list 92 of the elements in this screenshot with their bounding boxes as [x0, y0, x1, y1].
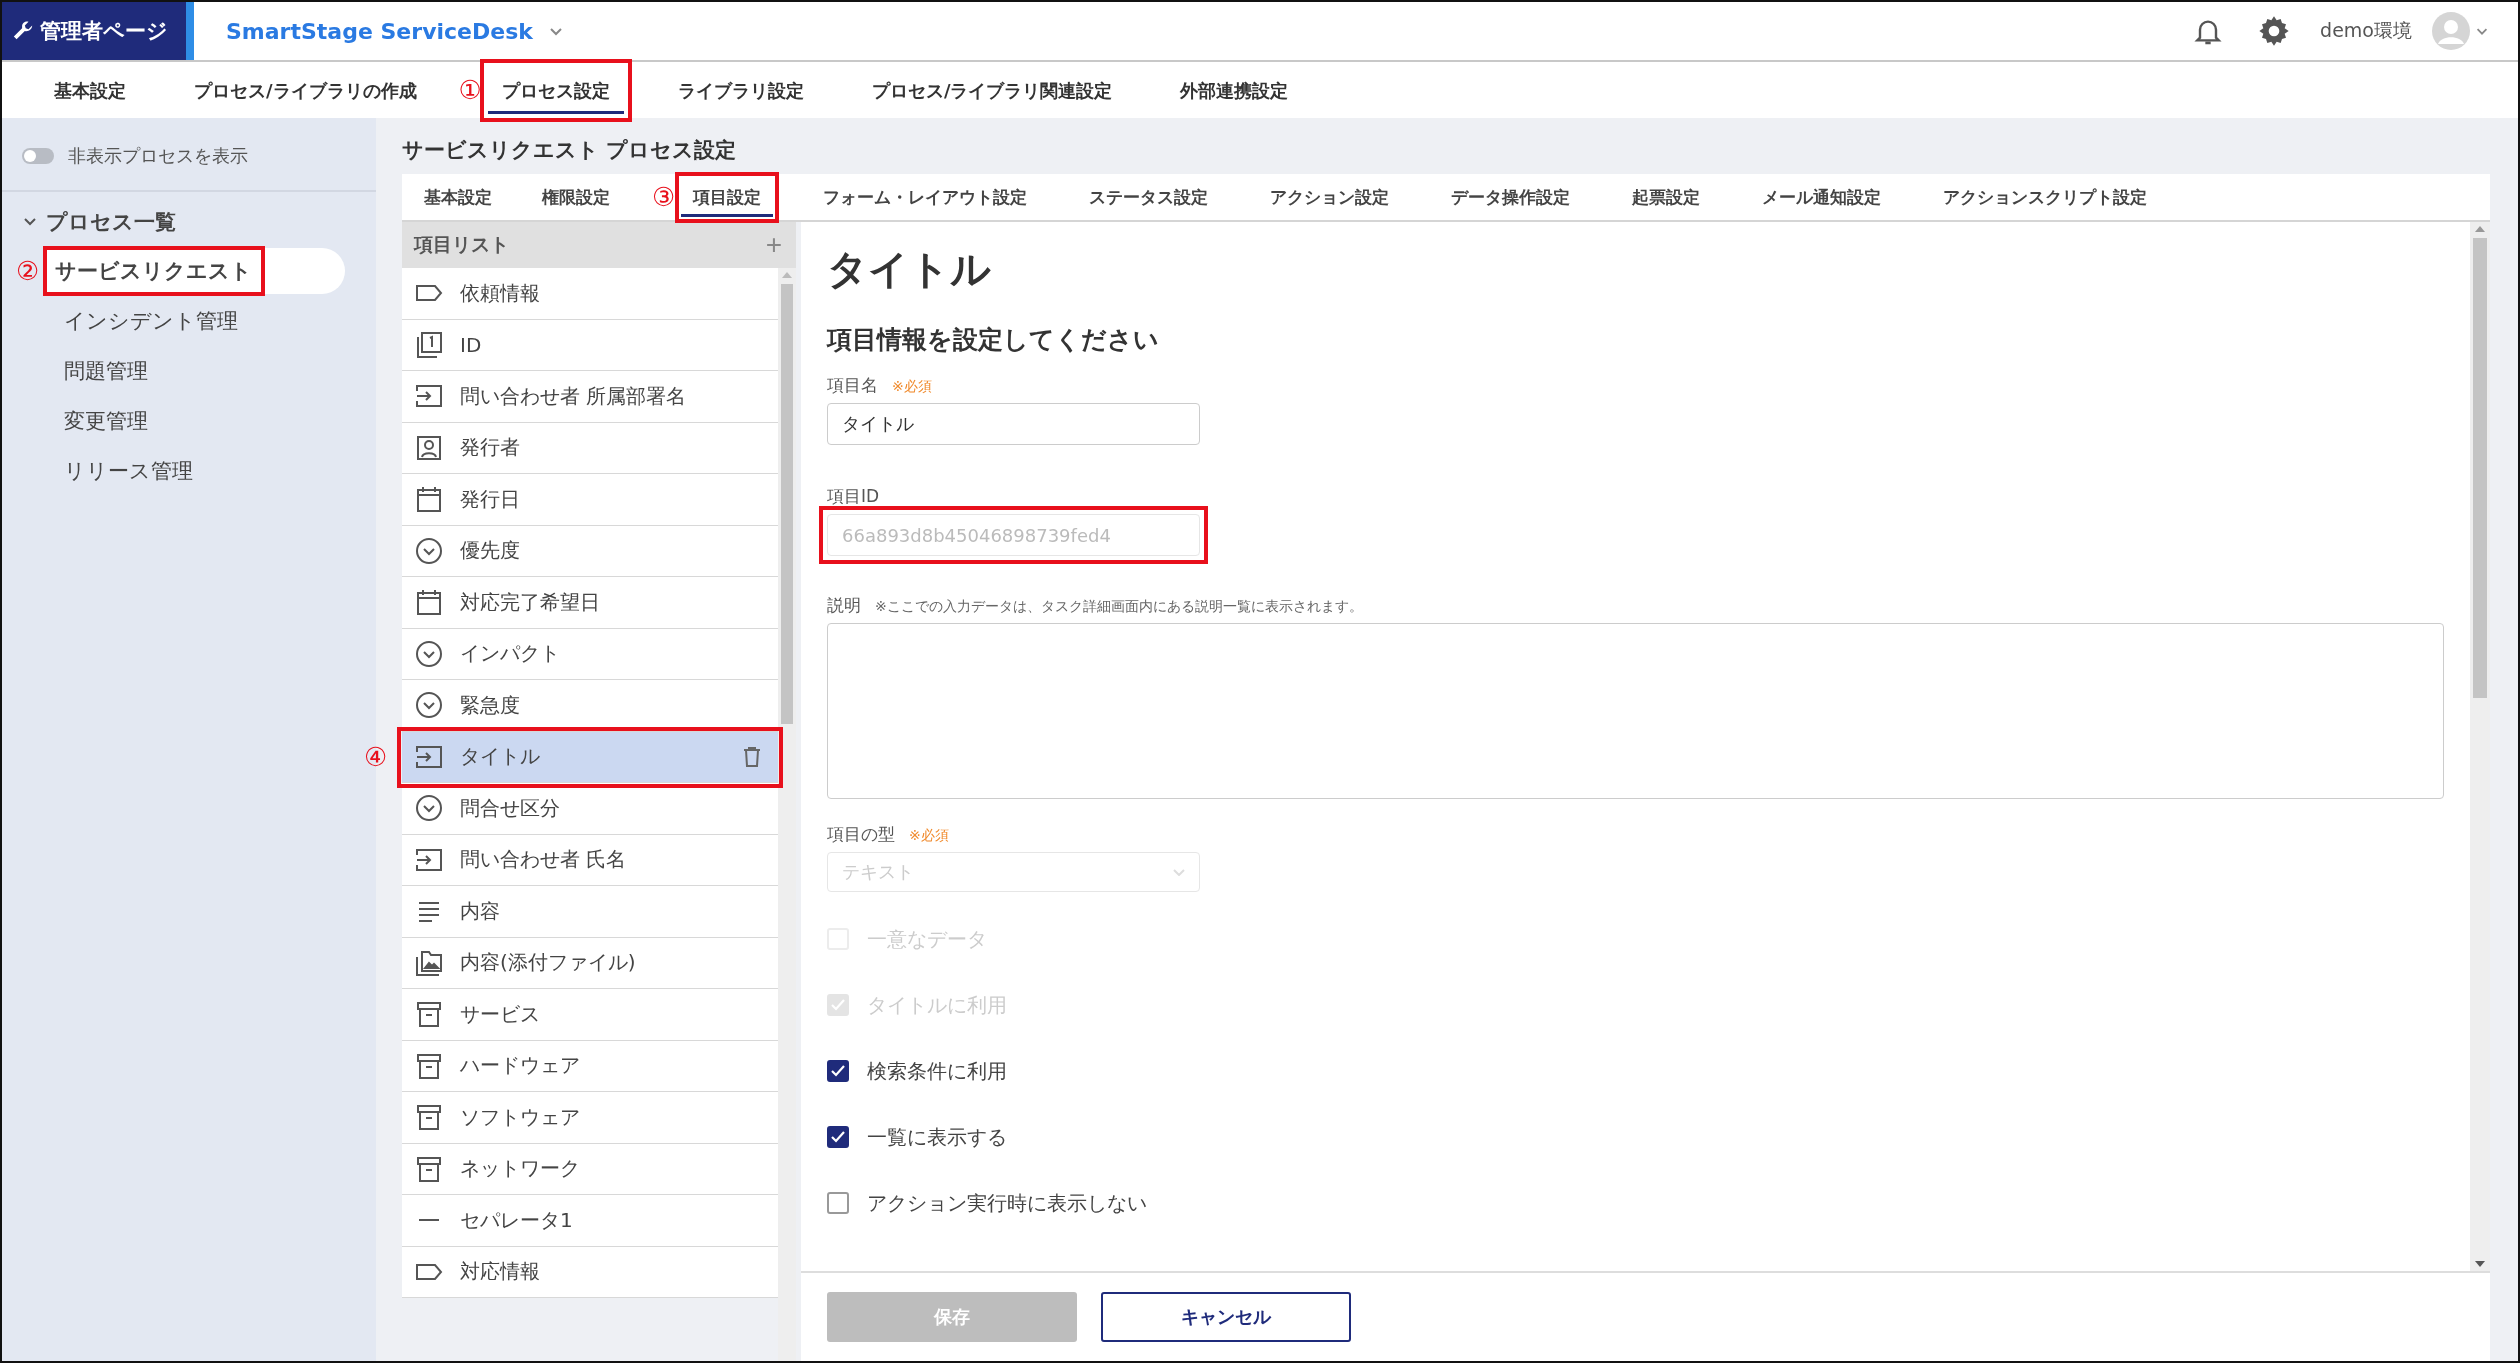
admin-page-badge[interactable]: 管理者ページ: [2, 2, 194, 60]
wrench-icon: [12, 20, 34, 42]
settings-tab[interactable]: 権限設定: [530, 177, 622, 217]
input-field[interactable]: タイトル: [827, 403, 1200, 445]
field-list-item[interactable]: ソフトウェア: [402, 1092, 778, 1144]
settings-tab[interactable]: フォーム・レイアウト設定: [811, 177, 1040, 217]
list-title: 項目リスト: [414, 232, 509, 257]
field-list-item[interactable]: ハードウェア: [402, 1040, 778, 1092]
field-label: 項目ID: [827, 485, 880, 508]
avatar-icon[interactable]: [2432, 12, 2470, 50]
field-list-item[interactable]: ネットワーク: [402, 1143, 778, 1195]
scroll-up-icon[interactable]: [2475, 226, 2485, 232]
user-name[interactable]: demo環境: [2320, 18, 2412, 44]
form-subheading: 項目情報を設定してください: [827, 324, 1160, 356]
checkbox-label: 一覧に表示する: [867, 1123, 1007, 1151]
field-list-item[interactable]: タイトル: [402, 731, 778, 783]
settings-tab[interactable]: 基本設定: [412, 177, 504, 217]
main-tab[interactable]: プロセス/ライブラリの作成: [180, 66, 431, 114]
process-item[interactable]: リリース管理: [64, 448, 193, 494]
checkbox[interactable]: [827, 1192, 849, 1214]
process-group-header[interactable]: プロセス一覧: [2, 192, 376, 246]
field-list-item[interactable]: 問い合わせ者 氏名: [402, 834, 778, 886]
settings-tab[interactable]: データ操作設定: [1439, 177, 1583, 217]
callout-number: ②: [16, 258, 40, 284]
check-icon: [831, 999, 845, 1011]
field-label: 項目の型: [827, 823, 895, 846]
number-icon: [414, 329, 444, 360]
page-title: サービスリクエスト プロセス設定: [402, 137, 738, 164]
field-list-item[interactable]: 発行者: [402, 422, 778, 474]
cancel-button[interactable]: キャンセル: [1101, 1292, 1351, 1342]
calendar-icon: [414, 587, 444, 618]
chevron-down-icon: [1173, 868, 1185, 876]
field-label: 項目名: [827, 374, 878, 397]
field-list-item[interactable]: 問合せ区分: [402, 783, 778, 835]
callout-number: ③: [652, 184, 676, 210]
process-item[interactable]: 問題管理: [64, 348, 148, 394]
field-note: ※ここでの入力データは、タスク詳細画面内にある説明一覧に表示されます。: [875, 598, 1363, 616]
main-tab[interactable]: ライブラリ設定: [663, 66, 818, 114]
process-item[interactable]: 変更管理: [64, 398, 148, 444]
check-icon: [831, 1131, 845, 1143]
callout-number: ①: [458, 77, 482, 103]
field-list-item[interactable]: セパレータ1: [402, 1195, 778, 1247]
settings-tab[interactable]: ステータス設定: [1077, 177, 1221, 217]
settings-tab[interactable]: メール通知設定: [1750, 177, 1894, 217]
check-icon: [831, 1065, 845, 1077]
field-label: 説明: [827, 594, 861, 617]
archive-icon: [414, 999, 444, 1030]
dropdown-icon: [414, 690, 444, 721]
field-list-item[interactable]: 緊急度: [402, 680, 778, 732]
settings-tab[interactable]: アクションスクリプト設定: [1931, 177, 2160, 217]
settings-icon[interactable]: [2258, 15, 2291, 47]
toggle-switch[interactable]: [22, 148, 54, 164]
process-item[interactable]: インシデント管理: [64, 298, 238, 344]
scrollbar[interactable]: [778, 268, 796, 1361]
settings-tab[interactable]: アクション設定: [1258, 177, 1402, 217]
app-name[interactable]: SmartStage ServiceDesk: [226, 18, 533, 44]
toggle-label: 非表示プロセスを表示: [68, 144, 248, 168]
checkbox[interactable]: [827, 1126, 849, 1148]
settings-tab[interactable]: 起票設定: [1620, 177, 1713, 217]
main-tab[interactable]: 外部連携設定: [1166, 66, 1303, 114]
scrollbar[interactable]: [2470, 222, 2490, 1271]
field-list-item[interactable]: 問い合わせ者 所属部署名: [402, 371, 778, 423]
callout-number: ④: [364, 741, 388, 772]
scroll-up-icon[interactable]: [782, 272, 792, 278]
scroll-down-icon[interactable]: [2475, 1261, 2485, 1267]
main-tab[interactable]: プロセス/ライブラリ関連設定: [857, 66, 1127, 114]
dropdown-icon: [414, 638, 444, 669]
settings-tab[interactable]: 項目設定: [681, 177, 774, 217]
main-tab[interactable]: プロセス設定: [487, 66, 624, 114]
required-mark: ※必須: [909, 827, 949, 845]
dropdown-icon: [414, 535, 444, 566]
field-list-item[interactable]: 対応完了希望日: [402, 577, 778, 629]
process-item[interactable]: サービスリクエスト: [45, 248, 346, 294]
field-list-item[interactable]: 依頼情報: [402, 268, 778, 320]
field-list-item[interactable]: 発行日: [402, 474, 778, 526]
field-list-item[interactable]: サービス: [402, 989, 778, 1041]
field-list-item[interactable]: ID: [402, 319, 778, 371]
field-list-item[interactable]: インパクト: [402, 628, 778, 680]
checkbox[interactable]: [827, 1060, 849, 1082]
field-list-item[interactable]: 内容(添付ファイル): [402, 937, 778, 989]
dropdown-icon: [414, 793, 444, 824]
field-list-item[interactable]: 対応情報: [402, 1246, 778, 1298]
main-tab[interactable]: 基本設定: [40, 66, 140, 114]
field-list-item[interactable]: 優先度: [402, 525, 778, 577]
archive-icon: [414, 1102, 444, 1133]
form-heading: タイトル: [827, 245, 992, 294]
calendar-icon: [414, 484, 444, 515]
checkbox-label: 検索条件に利用: [867, 1057, 1007, 1085]
field-list-item[interactable]: 内容: [402, 886, 778, 938]
trash-icon[interactable]: [742, 745, 762, 768]
required-mark: ※必須: [892, 378, 932, 396]
checkbox-label: アクション実行時に表示しない: [867, 1189, 1147, 1217]
